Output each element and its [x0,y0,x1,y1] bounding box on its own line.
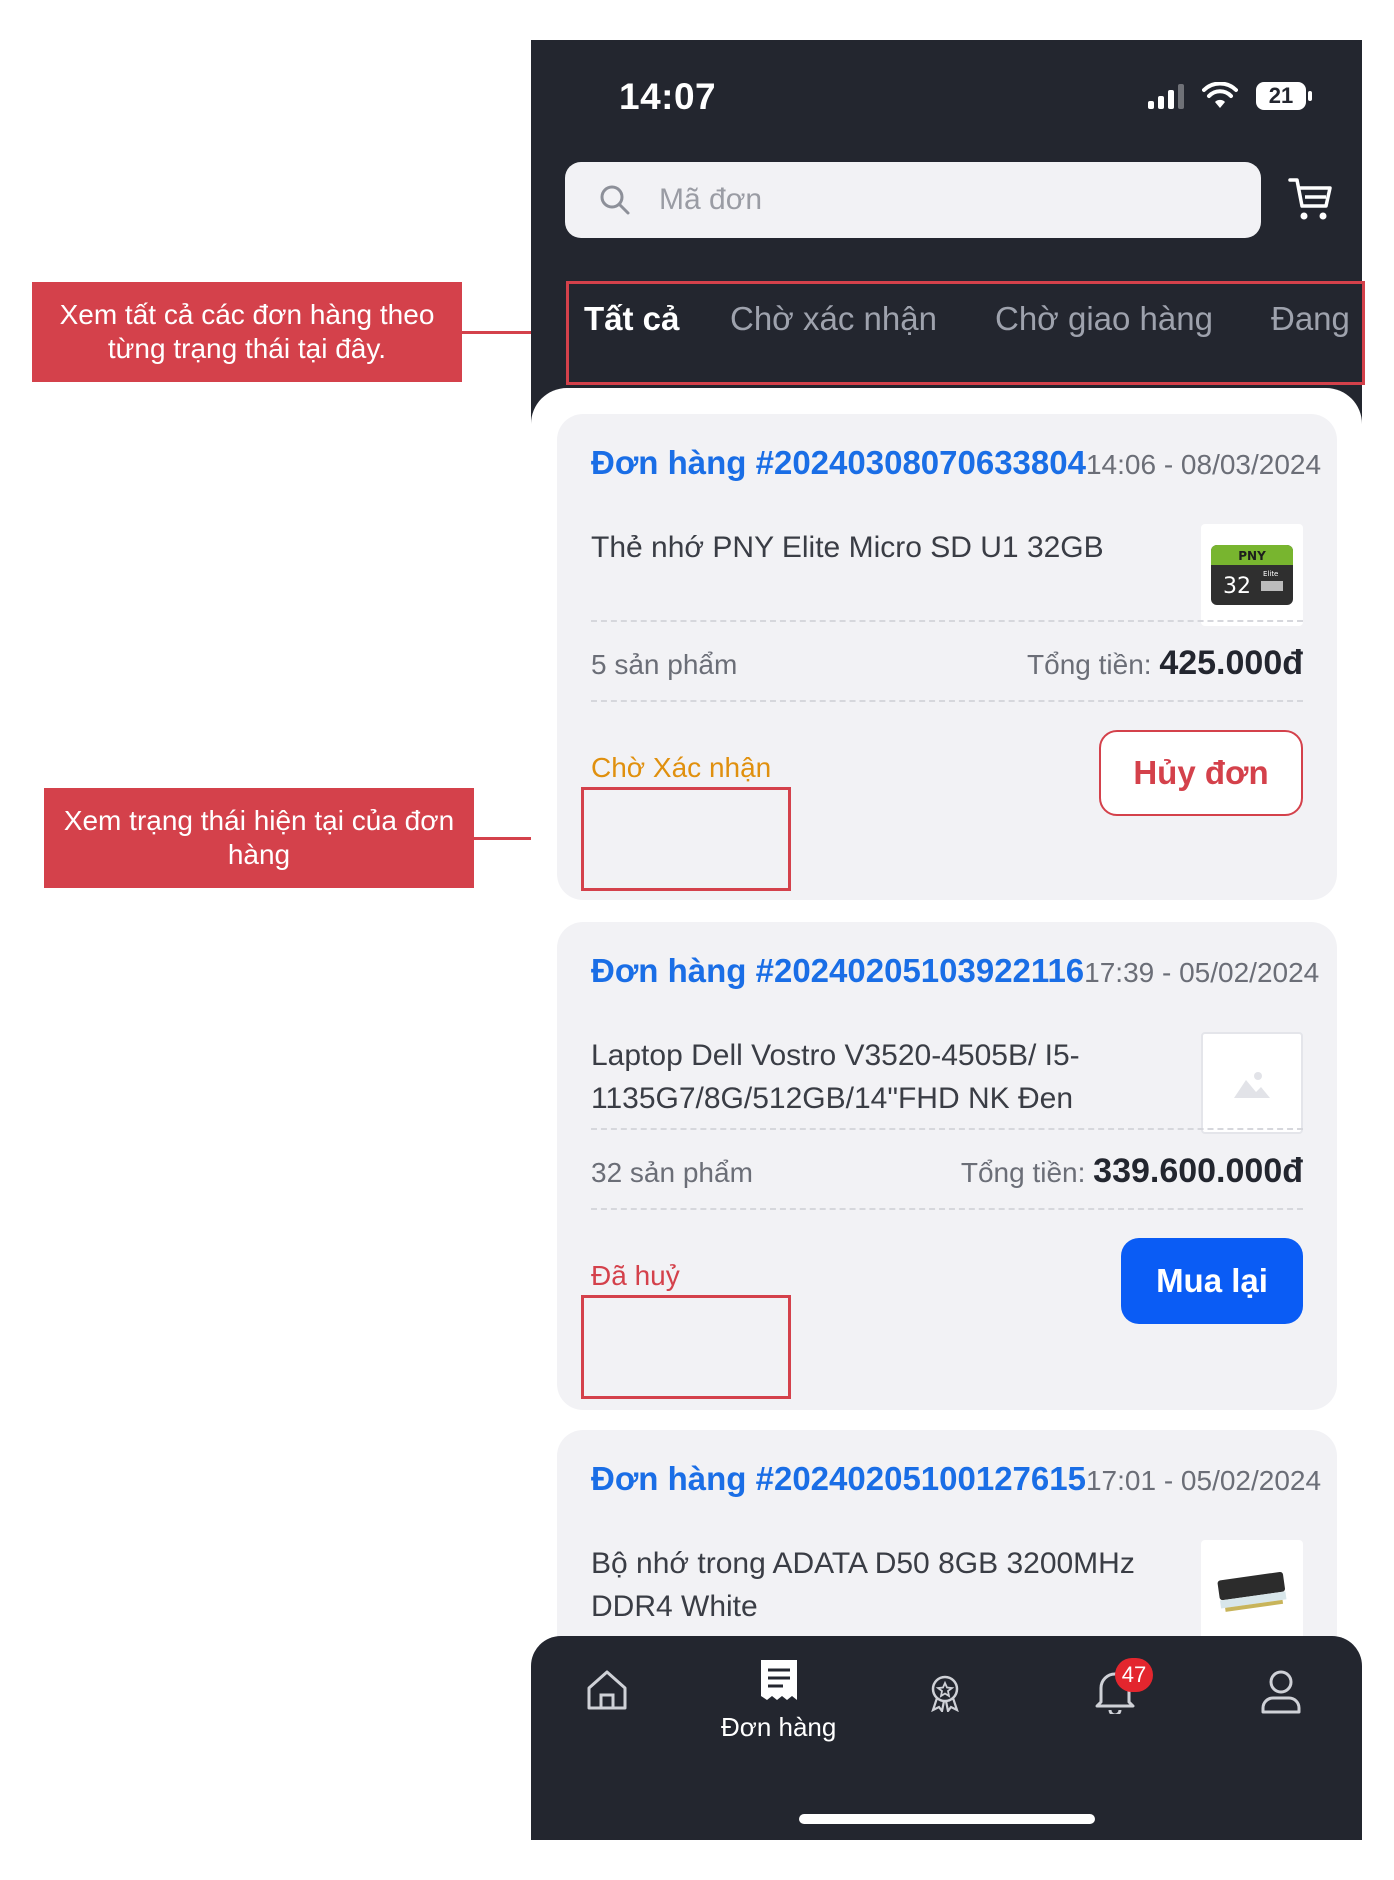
order-id[interactable]: Đơn hàng #20240205103922116 [591,952,1084,989]
order-status: Chờ Xác nhận [591,752,772,783]
status-highlight-box [581,787,791,891]
item-count: 32 sản phẩm [591,1157,753,1188]
order-list: Đơn hàng #2024030807063380414:06 - 08/03… [531,388,1362,1688]
order-total: Tổng tiền: 339.600.000đ [961,1152,1303,1191]
rebuy-button[interactable]: Mua lại [1121,1238,1303,1324]
tabs-annotation-text: Xem tất cả các đơn hàng theo từng trạng … [59,299,435,364]
image-placeholder-icon [1234,1072,1270,1098]
order-id[interactable]: Đơn hàng #20240205100127615 [591,1460,1086,1497]
nav-rewards[interactable] [927,1674,963,1712]
award-icon [931,1675,959,1712]
product-thumbnail: PNY 32 Elite [1201,524,1303,626]
product-thumbnail [1201,1032,1303,1134]
cart-icon[interactable] [1288,176,1332,222]
tabs-highlight-box [566,281,1365,385]
search-icon [600,185,630,215]
item-count: 5 sản phẩm [591,649,738,680]
thumb-capacity: 32 [1223,574,1251,599]
status-annotation: Xem trạng thái hiện tại của đơn hàng [44,788,474,888]
product-name: Laptop Dell Vostro V3520-4505B/ I5-1135G… [591,1039,1080,1115]
total-label: Tổng tiền: [960,1157,1086,1188]
order-total: Tổng tiền: 425.000đ [1027,644,1303,683]
search-input[interactable] [659,183,1219,217]
thumb-brand: PNY [1238,549,1266,563]
divider [591,700,1303,702]
nav-profile[interactable] [1259,1668,1303,1714]
search-bar[interactable] [565,162,1261,238]
home-icon [587,1670,627,1710]
tabs-annotation: Xem tất cả các đơn hàng theo từng trạng … [32,282,462,382]
signal-icon [1148,83,1184,109]
product-name: Thẻ nhớ PNY Elite Micro SD U1 32GB [591,531,1104,564]
status-highlight-box [581,1295,791,1399]
status-indicators: 21 [1148,82,1312,110]
receipt-icon [760,1660,797,1700]
notification-badge: 47 [1115,1658,1153,1692]
total-value: 425.000đ [1159,644,1303,682]
order-time: 14:06 - 08/03/2024 [1085,449,1322,480]
order-header: Đơn hàng #2024020510012761517:01 - 05/02… [591,1460,1321,1498]
bottom-navigation: Đơn hàng 47 [531,1636,1362,1840]
nav-notifications[interactable]: 47 [1093,1658,1153,1719]
nav-home[interactable] [585,1668,629,1712]
total-label: Tổng tiền: [1027,649,1152,680]
total-value: 339.600.000đ [1093,1152,1303,1190]
nav-orders-label: Đơn hàng [721,1712,837,1742]
cancel-order-button[interactable]: Hủy đơn [1099,730,1303,816]
status-annotation-text: Xem trạng thái hiện tại của đơn hàng [63,805,455,870]
order-time: 17:39 - 05/02/2024 [1084,957,1320,988]
divider [591,620,1303,622]
status-time: 14:07 [619,76,717,117]
battery-icon: 21 [1256,82,1312,110]
user-icon [1261,1670,1301,1714]
thumb-tag: Elite [1263,570,1278,578]
wifi-icon [1202,82,1238,108]
order-status: Đã huỷ [591,1260,680,1291]
order-header: Đơn hàng #2024030807063380414:06 - 08/03… [591,444,1321,482]
order-id[interactable]: Đơn hàng #20240308070633804 [591,444,1086,481]
divider [591,1128,1303,1130]
nav-orders[interactable]: Đơn hàng [721,1658,836,1743]
order-header: Đơn hàng #2024020510392211617:39 - 05/02… [591,952,1319,990]
product-thumbnail [1201,1540,1303,1642]
home-indicator [799,1814,1095,1824]
divider [591,1208,1303,1210]
product-name: Bộ nhớ trong ADATA D50 8GB 3200MHz DDR4 … [591,1547,1135,1623]
order-time: 17:01 - 05/02/2024 [1085,1465,1322,1496]
